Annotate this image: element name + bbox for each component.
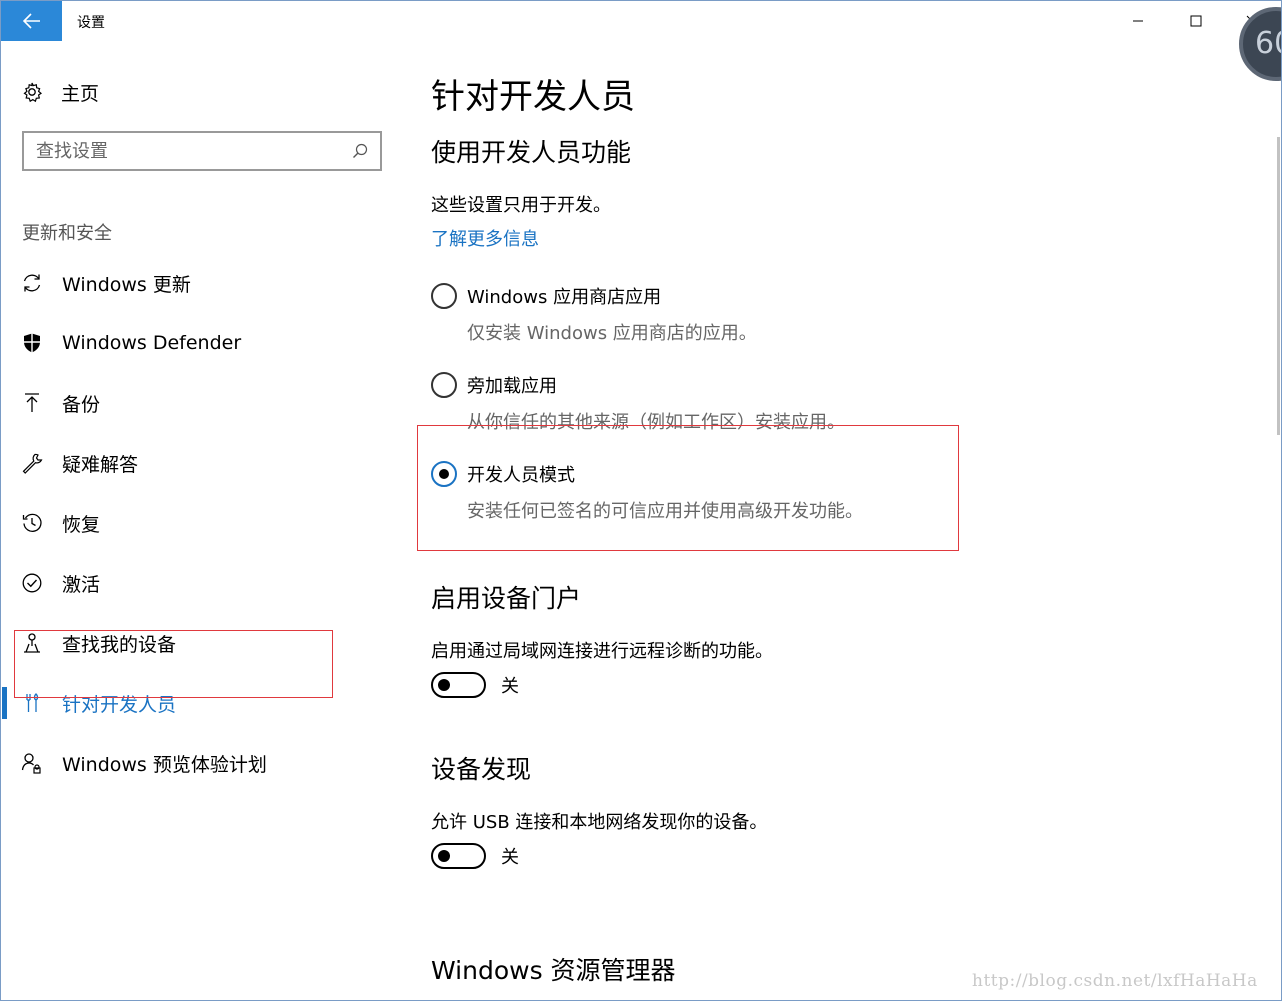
sidebar-item-label: Windows Defender bbox=[62, 332, 242, 354]
sidebar-item-label: 激活 bbox=[62, 573, 101, 596]
settings-search[interactable] bbox=[22, 131, 382, 171]
radio-sideload-apps[interactable]: 旁加载应用 bbox=[431, 372, 557, 398]
page-title: 针对开发人员 bbox=[431, 77, 635, 117]
scrollbar-thumb[interactable] bbox=[1277, 137, 1280, 435]
learn-more-link[interactable]: 了解更多信息 bbox=[431, 225, 539, 251]
device-portal-desc: 启用通过局域网连接进行远程诊断的功能。 bbox=[431, 641, 773, 662]
sidebar-item-label: Windows 预览体验计划 bbox=[62, 753, 267, 776]
title-bar: 设置 bbox=[1, 1, 1281, 41]
shield-icon bbox=[21, 332, 43, 354]
dev-features-heading: 使用开发人员功能 bbox=[431, 138, 632, 167]
maximize-button[interactable] bbox=[1173, 1, 1219, 41]
watermark: http://blog.csdn.net/lxfHaHaHa bbox=[972, 971, 1258, 991]
search-icon[interactable] bbox=[352, 143, 368, 159]
annotation-highlight-box bbox=[14, 630, 333, 698]
device-discovery-toggle-row[interactable]: 关 bbox=[431, 843, 519, 869]
sidebar-item-recovery[interactable]: 恢复 bbox=[1, 501, 401, 545]
sidebar-item-label: 疑难解答 bbox=[62, 453, 139, 476]
back-arrow-icon bbox=[22, 13, 40, 29]
radio-label: Windows 应用商店应用 bbox=[467, 287, 662, 308]
radio-button[interactable] bbox=[431, 283, 457, 309]
maximize-icon bbox=[1190, 15, 1202, 27]
gear-icon bbox=[23, 82, 43, 103]
sidebar-item-label: Windows 更新 bbox=[62, 273, 191, 296]
home-nav-item[interactable]: 主页 bbox=[21, 79, 99, 105]
device-discovery-toggle[interactable] bbox=[431, 843, 486, 869]
section-label: 更新和安全 bbox=[22, 223, 112, 244]
device-portal-toggle-row[interactable]: 关 bbox=[431, 672, 519, 698]
toggle-state-label: 关 bbox=[501, 847, 519, 868]
backup-arrow-icon bbox=[21, 392, 43, 414]
radio-button[interactable] bbox=[431, 372, 457, 398]
explorer-heading: Windows 资源管理器 bbox=[431, 956, 676, 985]
sidebar-item-label: 恢复 bbox=[62, 513, 101, 536]
sidebar-item-activation[interactable]: 激活 bbox=[1, 561, 401, 605]
settings-window: 设置 60 主页 更新和安全 bbox=[0, 0, 1282, 1001]
dev-features-desc: 这些设置只用于开发。 bbox=[431, 195, 611, 216]
search-input[interactable] bbox=[36, 140, 336, 162]
radio-desc: 仅安装 Windows 应用商店的应用。 bbox=[467, 323, 757, 344]
sidebar: 主页 更新和安全 Windows 更新 Windows Defender bbox=[1, 41, 401, 1000]
sidebar-item-insider-program[interactable]: Windows 预览体验计划 bbox=[1, 741, 401, 785]
check-circle-icon bbox=[21, 572, 43, 594]
main-content: 针对开发人员 使用开发人员功能 这些设置只用于开发。 了解更多信息 Window… bbox=[417, 41, 1271, 1000]
home-label: 主页 bbox=[61, 82, 100, 105]
toggle-state-label: 关 bbox=[501, 676, 519, 697]
radio-label: 旁加载应用 bbox=[467, 376, 557, 397]
device-discovery-desc: 允许 USB 连接和本地网络发现你的设备。 bbox=[431, 812, 768, 833]
back-button[interactable] bbox=[1, 1, 62, 41]
minimize-icon bbox=[1133, 20, 1143, 22]
wrench-icon bbox=[21, 452, 43, 474]
sync-icon bbox=[21, 272, 43, 294]
insider-person-icon bbox=[21, 752, 43, 774]
device-discovery-heading: 设备发现 bbox=[431, 755, 532, 784]
sidebar-item-troubleshoot[interactable]: 疑难解答 bbox=[1, 441, 401, 485]
window-title: 设置 bbox=[77, 15, 105, 31]
minimize-button[interactable] bbox=[1115, 1, 1161, 41]
radio-store-apps[interactable]: Windows 应用商店应用 bbox=[431, 283, 661, 309]
annotation-highlight-box bbox=[417, 425, 959, 551]
sidebar-item-backup[interactable]: 备份 bbox=[1, 381, 401, 425]
active-indicator bbox=[2, 687, 7, 719]
history-icon bbox=[21, 512, 43, 534]
device-portal-toggle[interactable] bbox=[431, 672, 486, 698]
sidebar-item-windows-defender[interactable]: Windows Defender bbox=[1, 321, 401, 365]
sidebar-item-label: 备份 bbox=[62, 393, 101, 416]
sidebar-item-windows-update[interactable]: Windows 更新 bbox=[1, 261, 401, 305]
device-portal-heading: 启用设备门户 bbox=[431, 584, 582, 613]
